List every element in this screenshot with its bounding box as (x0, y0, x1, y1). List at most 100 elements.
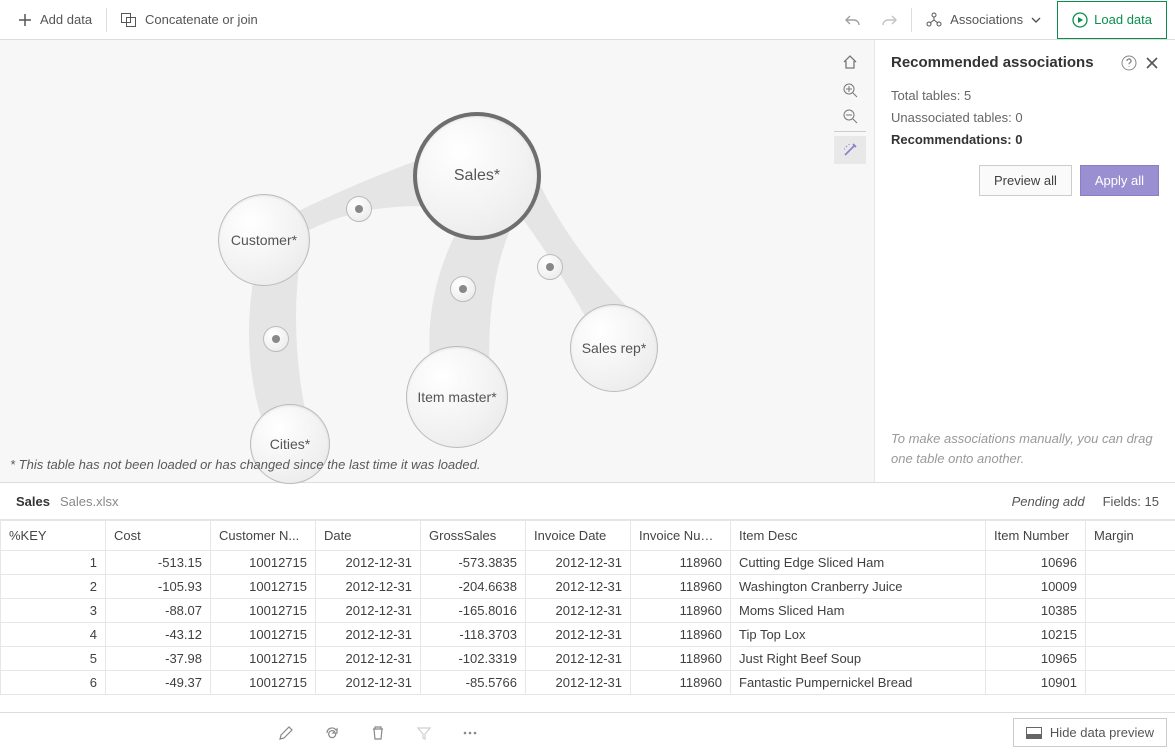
column-header[interactable]: Invoice Date (526, 521, 631, 551)
bubble-label: Cities* (270, 436, 310, 452)
table-cell: 10385 (986, 599, 1086, 623)
table-cell: 118960 (631, 599, 731, 623)
table-cell (1086, 575, 1175, 599)
table-cell: -204.6638 (421, 575, 526, 599)
bubble-label: Item master* (417, 389, 496, 405)
table-cell: -102.3319 (421, 647, 526, 671)
magic-wand-icon (842, 142, 858, 158)
associations-icon (926, 12, 942, 28)
table-cell: -43.12 (106, 623, 211, 647)
home-button[interactable] (834, 48, 866, 76)
chevron-down-icon (1031, 17, 1041, 23)
table-row[interactable]: 1-513.15100127152012-12-31-573.38352012-… (1, 551, 1175, 575)
association-dot[interactable] (346, 196, 372, 222)
undo-icon (845, 13, 861, 27)
preview-table-wrap[interactable]: %KEYCostCustomer N...DateGrossSalesInvoi… (0, 519, 1175, 712)
table-cell: 5 (1, 647, 106, 671)
column-header[interactable]: Margin (1086, 521, 1175, 551)
zoom-in-icon (842, 82, 858, 98)
table-cell: 2012-12-31 (526, 671, 631, 695)
table-row[interactable]: 4-43.12100127152012-12-31-118.37032012-1… (1, 623, 1175, 647)
filter-button[interactable] (412, 721, 436, 745)
table-row[interactable]: 5-37.98100127152012-12-31-102.33192012-1… (1, 647, 1175, 671)
table-cell: 10901 (986, 671, 1086, 695)
column-header[interactable]: Item Number (986, 521, 1086, 551)
column-header[interactable]: Customer N... (211, 521, 316, 551)
preview-title: Sales (16, 494, 50, 509)
concat-join-label: Concatenate or join (145, 12, 258, 27)
more-icon (462, 725, 478, 741)
hide-preview-label: Hide data preview (1050, 725, 1154, 740)
table-cell: 10012715 (211, 671, 316, 695)
table-cell: 2012-12-31 (316, 599, 421, 623)
table-cell: 10012715 (211, 551, 316, 575)
panel-hint: To make associations manually, you can d… (891, 429, 1159, 468)
table-cell: Just Right Beef Soup (731, 647, 986, 671)
load-data-button[interactable]: Load data (1057, 1, 1167, 39)
associations-dropdown[interactable]: Associations (916, 6, 1051, 34)
table-row[interactable]: 6-49.37100127152012-12-31-85.57662012-12… (1, 671, 1175, 695)
redo-icon (881, 13, 897, 27)
table-cell (1086, 599, 1175, 623)
canvas-tools (834, 48, 866, 164)
table-row[interactable]: 2-105.93100127152012-12-31-204.66382012-… (1, 575, 1175, 599)
more-button[interactable] (458, 721, 482, 745)
association-dot[interactable] (537, 254, 563, 280)
table-cell: -118.3703 (421, 623, 526, 647)
table-cell: 10012715 (211, 623, 316, 647)
column-header[interactable]: Invoice Num... (631, 521, 731, 551)
table-body: 1-513.15100127152012-12-31-573.38352012-… (1, 551, 1175, 695)
edit-button[interactable] (274, 721, 298, 745)
table-cell: 118960 (631, 623, 731, 647)
undo-button[interactable] (835, 7, 871, 33)
table-cell: 2012-12-31 (526, 575, 631, 599)
zoom-out-button[interactable] (834, 104, 866, 132)
data-preview: Sales Sales.xlsx Pending add Fields: 15 … (0, 482, 1175, 712)
table-cell: Moms Sliced Ham (731, 599, 986, 623)
apply-all-button[interactable]: Apply all (1080, 165, 1159, 196)
redo-button[interactable] (871, 7, 907, 33)
table-cell: 118960 (631, 647, 731, 671)
add-data-button[interactable]: Add data (8, 6, 102, 33)
magic-wand-button[interactable] (834, 136, 866, 164)
column-header[interactable]: Item Desc (731, 521, 986, 551)
association-dot[interactable] (450, 276, 476, 302)
column-header[interactable]: GrossSales (421, 521, 526, 551)
table-bubble-cities[interactable]: Cities* (250, 404, 330, 484)
close-button[interactable] (1145, 56, 1159, 70)
column-header[interactable]: Cost (106, 521, 211, 551)
table-bubble-item-master[interactable]: Item master* (406, 346, 508, 448)
recommendations-panel: Recommended associations Total tables: 5… (875, 40, 1175, 482)
table-cell: 4 (1, 623, 106, 647)
trash-icon (370, 725, 386, 741)
table-cell: 2012-12-31 (316, 647, 421, 671)
home-icon (842, 54, 858, 70)
table-cell: -37.98 (106, 647, 211, 671)
table-cell (1086, 551, 1175, 575)
zoom-in-button[interactable] (834, 76, 866, 104)
fields-count: Fields: 15 (1103, 494, 1159, 509)
top-toolbar: Add data Concatenate or join Association… (0, 0, 1175, 40)
table-cell: Washington Cranberry Juice (731, 575, 986, 599)
table-cell: -513.15 (106, 551, 211, 575)
hide-preview-button[interactable]: Hide data preview (1013, 718, 1167, 747)
panel-title: Recommended associations (891, 54, 1094, 71)
table-bubble-sales[interactable]: Sales* (413, 112, 541, 240)
help-button[interactable] (1121, 55, 1137, 71)
help-icon (1121, 55, 1137, 71)
pending-status: Pending add (1012, 494, 1085, 509)
preview-file: Sales.xlsx (60, 494, 119, 509)
table-bubble-customer[interactable]: Customer* (218, 194, 310, 286)
table-cell: -88.07 (106, 599, 211, 623)
delete-button[interactable] (366, 721, 390, 745)
association-dot[interactable] (263, 326, 289, 352)
concat-join-button[interactable]: Concatenate or join (111, 6, 268, 33)
refresh-button[interactable] (320, 721, 344, 745)
separator (106, 8, 107, 32)
preview-all-button[interactable]: Preview all (979, 165, 1072, 196)
column-header[interactable]: %KEY (1, 521, 106, 551)
table-row[interactable]: 3-88.07100127152012-12-31-165.80162012-1… (1, 599, 1175, 623)
column-header[interactable]: Date (316, 521, 421, 551)
table-cell: -85.5766 (421, 671, 526, 695)
table-bubble-sales-rep[interactable]: Sales rep* (570, 304, 658, 392)
